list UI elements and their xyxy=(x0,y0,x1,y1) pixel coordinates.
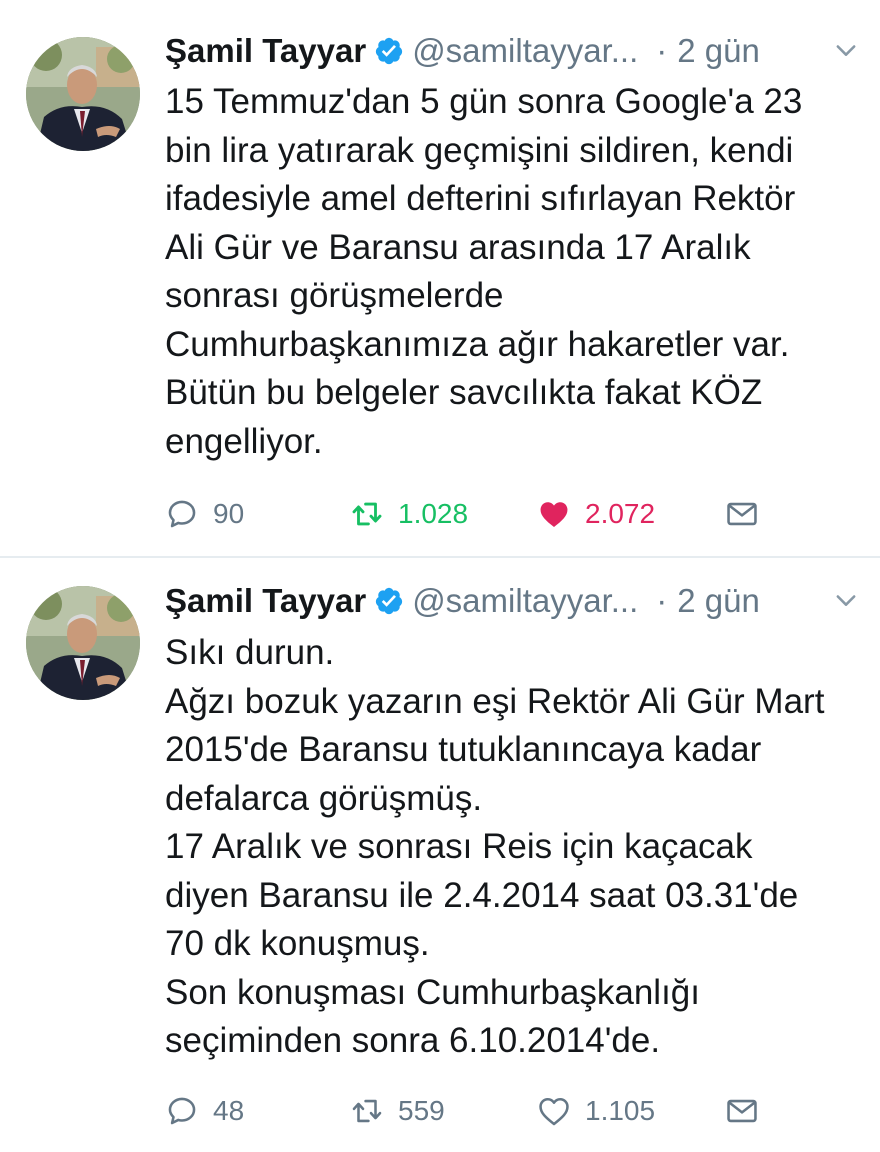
time-label: 2 gün xyxy=(677,582,760,619)
direct-message-button[interactable] xyxy=(725,1091,773,1131)
retweet-count: 1.028 xyxy=(398,498,469,529)
reply-button[interactable]: 90 xyxy=(165,494,244,534)
tweet[interactable]: Şamil Tayyar @samiltayyar... · 2 gün 15 T… xyxy=(0,0,880,558)
envelope-icon xyxy=(727,1099,757,1123)
tweet-text-line: Bütün bu belgeler savcılıkta fakat KÖZ xyxy=(165,373,763,412)
like-button[interactable]: 2.072 xyxy=(537,494,655,534)
reply-icon xyxy=(168,500,196,528)
tweet-text-line: bin lira yatırarak geçmişini sildiren, k… xyxy=(165,130,794,170)
tweet-text-line: 15 Temmuz'dan 5 gün sonra Google'a 23 xyxy=(165,82,803,121)
tweet-text-line: seçiminden sonra 6.10.2014'de. xyxy=(165,1021,661,1060)
like-button[interactable]: 1.105 xyxy=(537,1091,655,1131)
author-handle[interactable]: @samiltayyar... xyxy=(412,582,638,620)
tweet-time[interactable]: · 2 gün xyxy=(656,32,760,70)
reply-count: 48 xyxy=(213,1095,245,1126)
author-handle[interactable]: @samiltayyar... xyxy=(412,32,638,70)
tweet-text-line: diyen Baransu ile 2.4.2014 saat 03.31'de xyxy=(165,875,799,915)
tweet-text-line: defalarca görüşmüş. xyxy=(165,778,483,818)
tweet-text-line: Ağzı bozuk yazarın eşi Rektör Ali Gür Ma… xyxy=(165,681,825,721)
tweet-text: 15 Temmuz'dan 5 gün sonra Google'a 23 bi… xyxy=(165,78,870,466)
tweet-text-line: 17 Aralık ve sonrası Reis için kaçacak xyxy=(165,827,753,866)
tweet-time[interactable]: · 2 gün xyxy=(656,582,760,620)
avatar[interactable] xyxy=(26,37,140,151)
avatar[interactable] xyxy=(26,586,140,700)
separator-dot: · xyxy=(656,32,668,69)
like-count: 1.105 xyxy=(585,1095,656,1126)
reply-count: 90 xyxy=(213,498,245,529)
tweet-actions: 48 559 1.105 xyxy=(165,1091,860,1131)
tweet-header: Şamil Tayyar @samiltayyar... · 2 gün xyxy=(165,576,860,626)
verified-badge-icon xyxy=(376,587,403,615)
author-name[interactable]: Şamil Tayyar xyxy=(165,32,366,70)
tweet-text: Sıkı durun. Ağzı bozuk yazarın eşi Rektö… xyxy=(165,629,870,1066)
tweet-text-line: Son konuşması Cumhurbaşkanlığı xyxy=(165,972,700,1012)
tweet-text-line: Cumhurbaşkanımıza ağır hakaretler var. xyxy=(165,324,790,364)
envelope-icon xyxy=(727,502,757,526)
verified-badge-icon xyxy=(376,37,403,65)
reply-icon xyxy=(168,1097,196,1125)
separator-dot: · xyxy=(656,582,668,619)
chevron-down-icon[interactable] xyxy=(832,36,860,64)
reply-button[interactable]: 48 xyxy=(165,1091,244,1131)
tweet[interactable]: Şamil Tayyar @samiltayyar... · 2 gün Sıkı… xyxy=(0,558,880,1152)
tweet-text-line: ifadesiyle amel defterini sıfırlayan Rek… xyxy=(165,179,796,218)
retweet-icon xyxy=(352,1099,382,1123)
tweet-text-line: Sıkı durun. xyxy=(165,633,335,672)
tweet-text-line: 2015'de Baransu tutuklanıncaya kadar xyxy=(165,730,762,769)
tweet-text-line: engelliyor. xyxy=(165,421,323,461)
direct-message-button[interactable] xyxy=(725,494,773,534)
tweet-text-line: 70 dk konuşmuş. xyxy=(165,924,430,963)
author-name[interactable]: Şamil Tayyar xyxy=(165,582,366,620)
chevron-down-icon[interactable] xyxy=(832,586,860,614)
tweet-header: Şamil Tayyar @samiltayyar... · 2 gün xyxy=(165,26,860,76)
retweet-icon xyxy=(352,502,382,526)
retweet-button[interactable]: 559 xyxy=(350,1091,445,1131)
tweet-text-line: sonrası görüşmelerde xyxy=(165,276,504,315)
like-count: 2.072 xyxy=(585,498,656,529)
time-label: 2 gün xyxy=(677,32,760,69)
tweet-actions: 90 1.028 2.072 xyxy=(165,494,860,534)
heart-filled-icon xyxy=(540,502,568,528)
heart-outline-icon xyxy=(539,1097,569,1126)
retweet-count: 559 xyxy=(398,1095,445,1126)
retweet-button[interactable]: 1.028 xyxy=(350,494,468,534)
tweet-text-line: Ali Gür ve Baransu arasında 17 Aralık xyxy=(165,227,751,267)
